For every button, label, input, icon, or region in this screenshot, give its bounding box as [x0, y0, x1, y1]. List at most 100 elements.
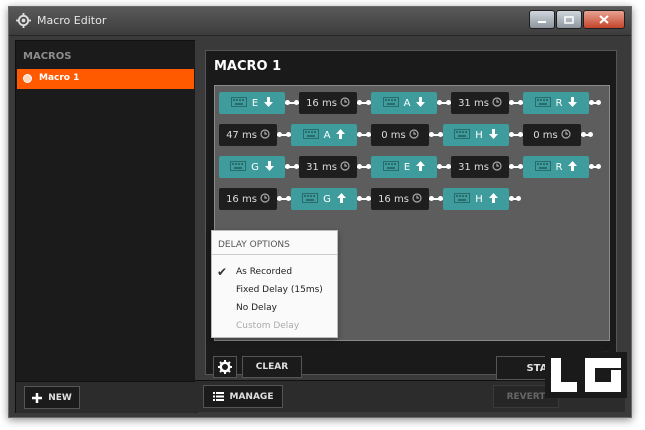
delay-block[interactable]: 0 ms — [523, 124, 581, 146]
delay-block[interactable]: 31 ms — [451, 156, 509, 178]
delay-block[interactable]: 16 ms — [371, 188, 429, 210]
clock-icon — [558, 128, 571, 142]
key-event-block[interactable]: H — [443, 188, 509, 210]
macro-item-label: Macro 1 — [39, 73, 80, 83]
sequence-connector — [285, 92, 299, 114]
key-label: R — [555, 161, 563, 173]
clock-icon — [337, 96, 350, 110]
key-event-block[interactable]: G — [291, 188, 357, 210]
key-event-block[interactable]: H — [443, 124, 509, 146]
window-title: Macro Editor — [37, 14, 107, 27]
menu-divider — [212, 254, 337, 255]
key-event-block[interactable]: A — [291, 124, 357, 146]
delay-block[interactable]: 31 ms — [451, 92, 509, 114]
key-event-block[interactable]: G — [219, 156, 285, 178]
new-button-label: NEW — [48, 392, 72, 403]
delay-options-button[interactable] — [213, 356, 237, 378]
clock-icon — [489, 160, 502, 174]
key-event-block[interactable]: R — [523, 156, 589, 178]
macro-editor-window: Macro Editor MACROS Macro 1 NEW MACRO 1 … — [8, 6, 632, 418]
arrow-down-icon — [410, 96, 426, 110]
steelseries-logo-icon — [16, 13, 31, 28]
key-label: H — [475, 129, 483, 141]
sidebar-title: MACROS — [23, 51, 72, 62]
arrow-up-icon — [410, 160, 426, 174]
clear-button[interactable]: CLEAR — [242, 356, 302, 378]
sequence-connector — [357, 156, 371, 178]
gear-icon — [218, 360, 232, 374]
sequence-end-connector — [589, 156, 603, 178]
sequence-connector — [429, 188, 443, 210]
macro-row: E 16 ms A 31 ms R — [219, 92, 603, 114]
sequence-end-connector — [589, 92, 603, 114]
delay-block[interactable]: 47 ms — [219, 124, 277, 146]
plus-icon — [32, 392, 43, 403]
delay-label: 47 ms — [226, 129, 257, 141]
sequence-end-connector — [509, 188, 523, 210]
menu-item-custom-delay: Custom Delay — [236, 321, 300, 331]
arrow-up-icon — [330, 128, 346, 142]
clock-icon — [409, 192, 422, 206]
title-bar[interactable]: Macro Editor — [9, 7, 631, 36]
arrow-down-icon — [562, 96, 578, 110]
key-event-block[interactable]: R — [523, 92, 589, 114]
minimize-icon — [538, 20, 546, 23]
macro-title: MACRO 1 — [214, 59, 282, 74]
clock-icon — [257, 192, 270, 206]
delay-options-menu: DELAY OPTIONS ✔ As Recorded Fixed Delay … — [211, 230, 338, 338]
delay-label: 0 ms — [381, 129, 406, 141]
manage-button[interactable]: MANAGE — [203, 385, 283, 408]
keyboard-icon — [302, 128, 324, 142]
sequence-connector — [437, 156, 451, 178]
close-icon — [599, 15, 609, 24]
delay-label: 31 ms — [306, 161, 337, 173]
new-macro-button[interactable]: NEW — [24, 386, 80, 409]
sequence-connector — [357, 188, 371, 210]
list-icon — [212, 392, 224, 401]
arrow-down-icon — [259, 160, 274, 174]
menu-item-as-recorded[interactable]: As Recorded — [236, 267, 292, 277]
key-event-block[interactable]: E — [219, 92, 285, 114]
delay-block[interactable]: 16 ms — [299, 92, 357, 114]
minimize-button[interactable] — [529, 10, 555, 29]
sequence-connector — [509, 124, 523, 146]
keyboard-icon — [454, 128, 475, 142]
maximize-icon — [564, 15, 574, 24]
delay-label: 16 ms — [226, 193, 257, 205]
keyboard-icon — [382, 96, 404, 110]
key-event-block[interactable]: A — [371, 92, 437, 114]
arrow-down-icon — [483, 128, 498, 142]
keyboard-icon — [230, 96, 252, 110]
close-button[interactable] — [583, 10, 625, 29]
sequence-connector — [509, 156, 523, 178]
menu-item-no-delay[interactable]: No Delay — [236, 303, 277, 313]
sequence-connector — [285, 156, 299, 178]
checkmark-icon: ✔ — [217, 265, 228, 279]
menu-item-fixed-delay[interactable]: Fixed Delay (15ms) — [236, 285, 323, 295]
key-label: G — [251, 161, 259, 173]
clock-icon — [337, 160, 350, 174]
arrow-down-icon — [258, 96, 274, 110]
maximize-button[interactable] — [556, 10, 582, 29]
macros-sidebar: MACROS Macro 1 NEW — [15, 40, 197, 413]
record-dot-icon — [23, 74, 32, 83]
delay-label: 16 ms — [378, 193, 409, 205]
keyboard-icon — [302, 192, 323, 206]
sidebar-footer: NEW — [16, 381, 196, 413]
delay-block[interactable]: 31 ms — [299, 156, 357, 178]
key-event-block[interactable]: E — [371, 156, 437, 178]
delay-block[interactable]: 16 ms — [219, 188, 277, 210]
macro-list-item[interactable]: Macro 1 — [17, 69, 194, 89]
key-label: H — [475, 193, 483, 205]
delay-block[interactable]: 0 ms — [371, 124, 429, 146]
sequence-connector — [277, 124, 291, 146]
clock-icon — [406, 128, 419, 142]
watermark-logo — [545, 352, 627, 398]
clock-icon — [489, 96, 502, 110]
sequence-end-connector — [581, 124, 595, 146]
keyboard-icon — [454, 192, 475, 206]
delay-label: 16 ms — [306, 97, 337, 109]
sequence-connector — [357, 92, 371, 114]
keyboard-icon — [534, 96, 556, 110]
key-label: G — [323, 193, 331, 205]
